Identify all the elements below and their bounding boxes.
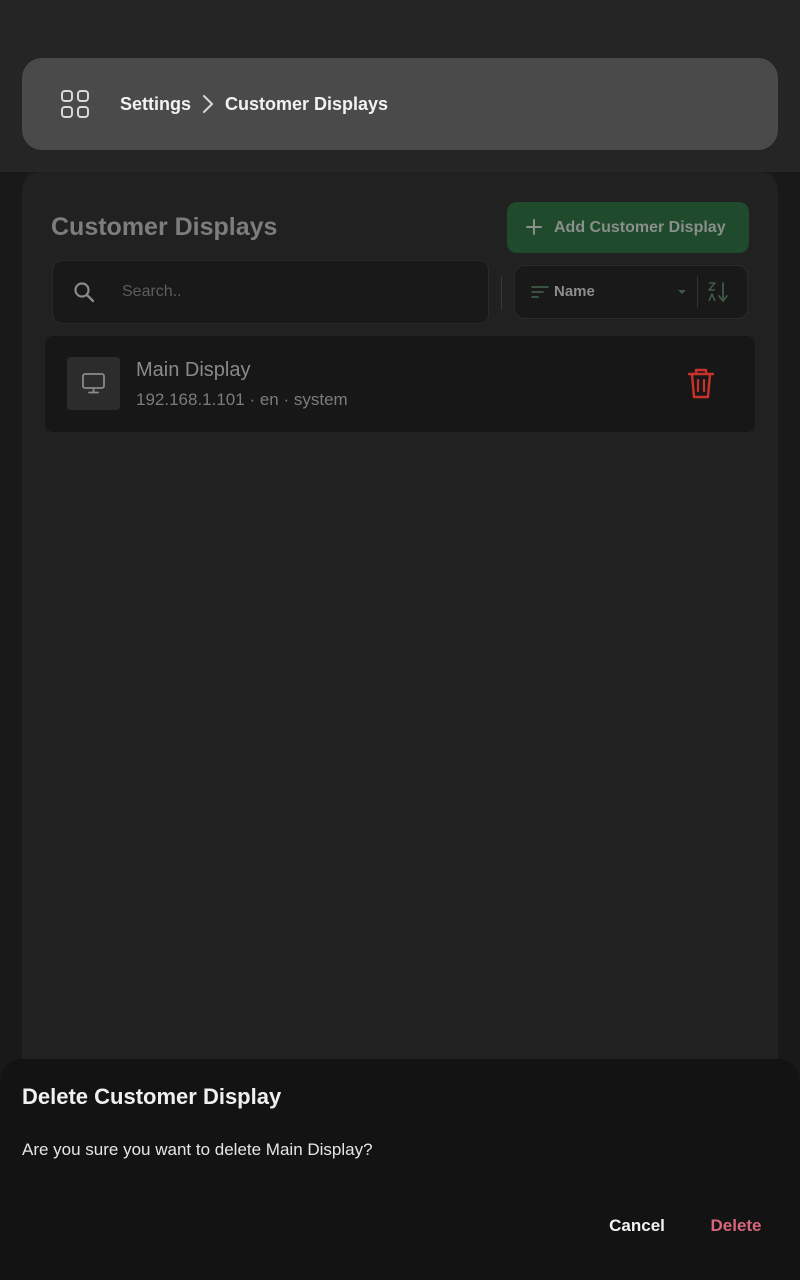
- dropdown-arrow-icon: [678, 290, 686, 294]
- sort-selected-value: Name: [554, 283, 595, 300]
- delete-button[interactable]: Delete: [698, 1206, 774, 1246]
- toolbar-divider: [501, 276, 502, 310]
- chevron-right-icon: [203, 95, 213, 113]
- list-item[interactable]: [45, 336, 755, 432]
- trash-icon[interactable]: [682, 364, 720, 404]
- cancel-button[interactable]: Cancel: [596, 1206, 678, 1246]
- monitor-icon: [82, 373, 105, 394]
- search-input[interactable]: [110, 276, 470, 308]
- add-customer-display-button[interactable]: Add Customer Display: [507, 202, 749, 253]
- breadcrumb-settings-link[interactable]: Settings: [120, 92, 191, 116]
- dialog-title: Delete Customer Display: [22, 1084, 282, 1109]
- plus-icon: [526, 219, 542, 235]
- customer-displays-page: Settings Customer Displays Customer Disp…: [0, 0, 800, 1280]
- page-title: Customer Displays: [51, 213, 278, 241]
- breadcrumb-current: Customer Displays: [225, 94, 389, 114]
- sort-lines-icon: [531, 286, 549, 298]
- sort-az-icon[interactable]: [706, 280, 730, 304]
- dialog-message: Are you sure you want to delete Main Dis…: [22, 1140, 373, 1159]
- item-subtitle: 192.168.1.101 · en · system: [136, 390, 348, 409]
- item-title: Main Display: [136, 359, 251, 381]
- add-button-label: Add Customer Display: [554, 219, 726, 236]
- apps-grid-icon[interactable]: [60, 89, 90, 119]
- search-icon: [74, 282, 95, 303]
- sort-divider: [697, 276, 698, 308]
